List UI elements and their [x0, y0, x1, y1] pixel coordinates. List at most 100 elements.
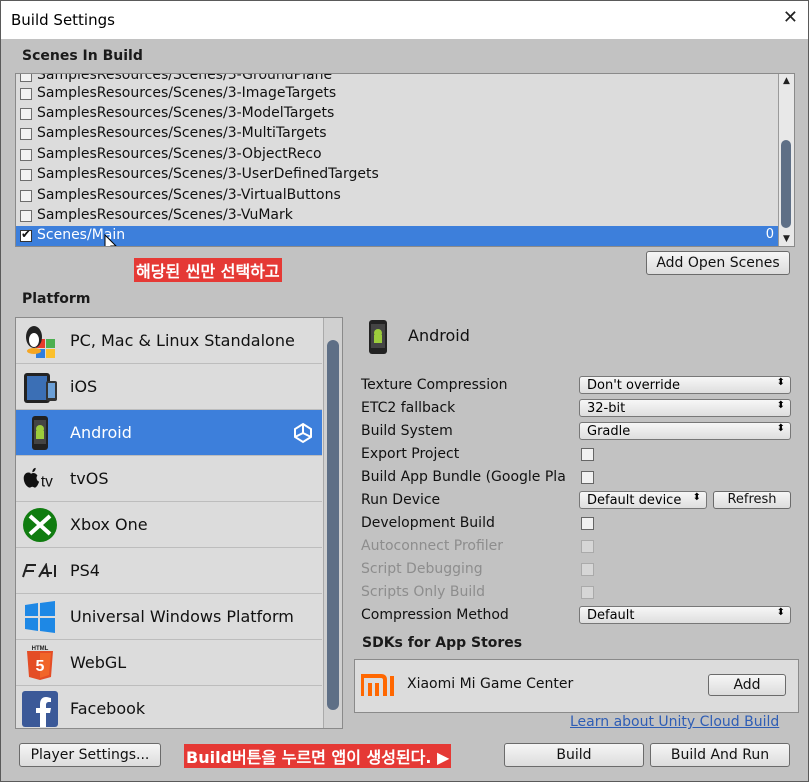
sdk-add-button[interactable]: Add	[708, 674, 786, 696]
platform-item-standalone[interactable]: PC, Mac & Linux Standalone	[16, 318, 322, 364]
tvos-icon: tv	[22, 461, 58, 497]
dropdown-value: Default device	[587, 493, 682, 508]
platform-label: Universal Windows Platform	[70, 607, 294, 626]
export-project-label: Export Project	[361, 446, 460, 462]
scripts-only-build-label: Scripts Only Build	[361, 584, 486, 600]
android-header-icon	[367, 319, 389, 359]
title-bar: Build Settings ✕	[1, 1, 808, 39]
platform-label: PC, Mac & Linux Standalone	[70, 331, 295, 350]
scene-row-selected[interactable]: Scenes/Main 0	[16, 226, 778, 246]
scene-checkbox[interactable]	[20, 108, 32, 120]
scene-name: SamplesResources/Scenes/3-UserDefinedTar…	[37, 166, 379, 182]
run-device-label: Run Device	[361, 492, 441, 508]
sdk-name: Xiaomi Mi Game Center	[407, 676, 574, 692]
pc-mac-linux-icon	[22, 323, 58, 359]
development-build-label: Development Build	[361, 515, 495, 531]
platform-label: iOS	[70, 377, 98, 396]
platform-item-xbox[interactable]: Xbox One	[16, 502, 322, 548]
scene-checkbox[interactable]	[20, 74, 32, 82]
scene-checkbox[interactable]	[20, 169, 32, 181]
platform-label: Xbox One	[70, 515, 148, 534]
unity-active-platform-icon	[292, 422, 314, 448]
scene-index: 0	[765, 227, 774, 242]
scene-name: SamplesResources/Scenes/3-VirtualButtons	[37, 187, 341, 203]
platform-item-ps4[interactable]: PS4	[16, 548, 322, 594]
scrollbar-thumb[interactable]	[327, 340, 339, 710]
scene-name: SamplesResources/Scenes/3-GroundPlane	[37, 73, 333, 83]
platform-item-tvos[interactable]: tv tvOS	[16, 456, 322, 502]
scenes-in-build-header: Scenes In Build	[22, 48, 143, 64]
scene-name: SamplesResources/Scenes/3-MultiTargets	[37, 125, 327, 141]
scene-row[interactable]: SamplesResources/Scenes/3-ModelTargets	[16, 104, 778, 124]
cloud-build-link[interactable]: Learn about Unity Cloud Build	[570, 714, 779, 730]
platform-item-ios[interactable]: iOS	[16, 364, 322, 410]
mouse-cursor-icon	[104, 234, 117, 246]
platform-item-facebook[interactable]: Facebook	[16, 686, 322, 728]
scroll-down-arrow-icon[interactable]: ▼	[779, 234, 794, 244]
autoconnect-profiler-label: Autoconnect Profiler	[361, 538, 504, 554]
build-app-bundle-checkbox[interactable]	[581, 471, 594, 484]
build-app-bundle-label: Build App Bundle (Google Pla	[361, 469, 566, 485]
android-icon	[22, 415, 58, 451]
svg-text:HTML: HTML	[32, 646, 49, 652]
scene-row[interactable]: SamplesResources/Scenes/3-ImageTargets	[16, 84, 778, 104]
development-build-checkbox[interactable]	[581, 517, 594, 530]
scene-checkbox[interactable]	[20, 149, 32, 161]
scene-name: SamplesResources/Scenes/3-ObjectReco	[37, 146, 322, 162]
refresh-button[interactable]: Refresh	[713, 491, 791, 509]
scroll-up-arrow-icon[interactable]: ▲	[779, 76, 794, 86]
scene-row[interactable]: SamplesResources/Scenes/3-VuMark	[16, 206, 778, 226]
scene-checkbox[interactable]	[20, 210, 32, 222]
platform-item-android[interactable]: Android	[16, 410, 322, 456]
platform-item-uwp[interactable]: Universal Windows Platform	[16, 594, 322, 640]
scenes-list: SamplesResources/Scenes/3-GroundPlane Sa…	[15, 73, 795, 247]
player-settings-button[interactable]: Player Settings...	[19, 743, 161, 767]
dropdown-value: Gradle	[587, 424, 631, 439]
dropdown-caret-icon: ⬍	[776, 423, 785, 434]
html5-icon: 5 HTML	[22, 645, 58, 681]
run-device-dropdown[interactable]: Default device ⬍	[579, 491, 707, 509]
platform-scrollbar[interactable]	[323, 318, 342, 728]
platform-list: PC, Mac & Linux Standalone iOS Android t…	[15, 317, 343, 729]
svg-text:tv: tv	[41, 474, 53, 491]
windows-icon	[22, 599, 58, 635]
svg-text:5: 5	[36, 658, 45, 675]
close-icon[interactable]: ✕	[783, 7, 798, 28]
etc2-fallback-dropdown[interactable]: 32-bit ⬍	[579, 399, 791, 417]
build-system-dropdown[interactable]: Gradle ⬍	[579, 422, 791, 440]
build-button[interactable]: Build	[504, 743, 644, 767]
scene-checkbox[interactable]	[20, 128, 32, 140]
build-and-run-button[interactable]: Build And Run	[650, 743, 790, 767]
annotation-build-note: Build버튼을 누르면 앱이 생성된다. ▶	[184, 744, 452, 768]
texture-compression-dropdown[interactable]: Don't override ⬍	[579, 376, 791, 394]
scene-row[interactable]: SamplesResources/Scenes/3-ObjectReco	[16, 145, 778, 165]
facebook-icon	[22, 691, 58, 727]
build-system-label: Build System	[361, 423, 453, 439]
build-settings-window: Build Settings ✕ Scenes In Build Samples…	[0, 0, 809, 782]
export-project-checkbox[interactable]	[581, 448, 594, 461]
scene-name: SamplesResources/Scenes/3-ImageTargets	[37, 85, 337, 101]
add-open-scenes-button[interactable]: Add Open Scenes	[646, 251, 790, 275]
scene-checkbox[interactable]	[20, 190, 32, 202]
scene-row[interactable]: SamplesResources/Scenes/3-VirtualButtons	[16, 186, 778, 206]
scene-checkbox-checked[interactable]	[20, 227, 32, 242]
dropdown-value: Don't override	[587, 378, 680, 393]
platform-header: Platform	[22, 291, 91, 307]
ps4-icon	[22, 553, 66, 589]
android-settings-title: Android	[408, 326, 470, 345]
scenes-scrollbar[interactable]: ▲ ▼	[778, 74, 794, 246]
dropdown-caret-icon: ⬍	[776, 607, 785, 618]
window-title: Build Settings	[11, 11, 115, 29]
platform-label: tvOS	[70, 469, 109, 488]
scene-row[interactable]: SamplesResources/Scenes/3-UserDefinedTar…	[16, 165, 778, 185]
scene-checkbox[interactable]	[20, 88, 32, 100]
scene-row[interactable]: SamplesResources/Scenes/3-MultiTargets	[16, 124, 778, 144]
platform-item-webgl[interactable]: 5 HTML WebGL	[16, 640, 322, 686]
script-debugging-label: Script Debugging	[361, 561, 483, 577]
xbox-icon	[22, 507, 58, 543]
xiaomi-mi-icon	[360, 674, 397, 702]
dropdown-value: 32-bit	[587, 401, 626, 416]
dropdown-caret-icon: ⬍	[776, 400, 785, 411]
compression-method-dropdown[interactable]: Default ⬍	[579, 606, 791, 624]
scrollbar-thumb[interactable]	[781, 140, 791, 228]
